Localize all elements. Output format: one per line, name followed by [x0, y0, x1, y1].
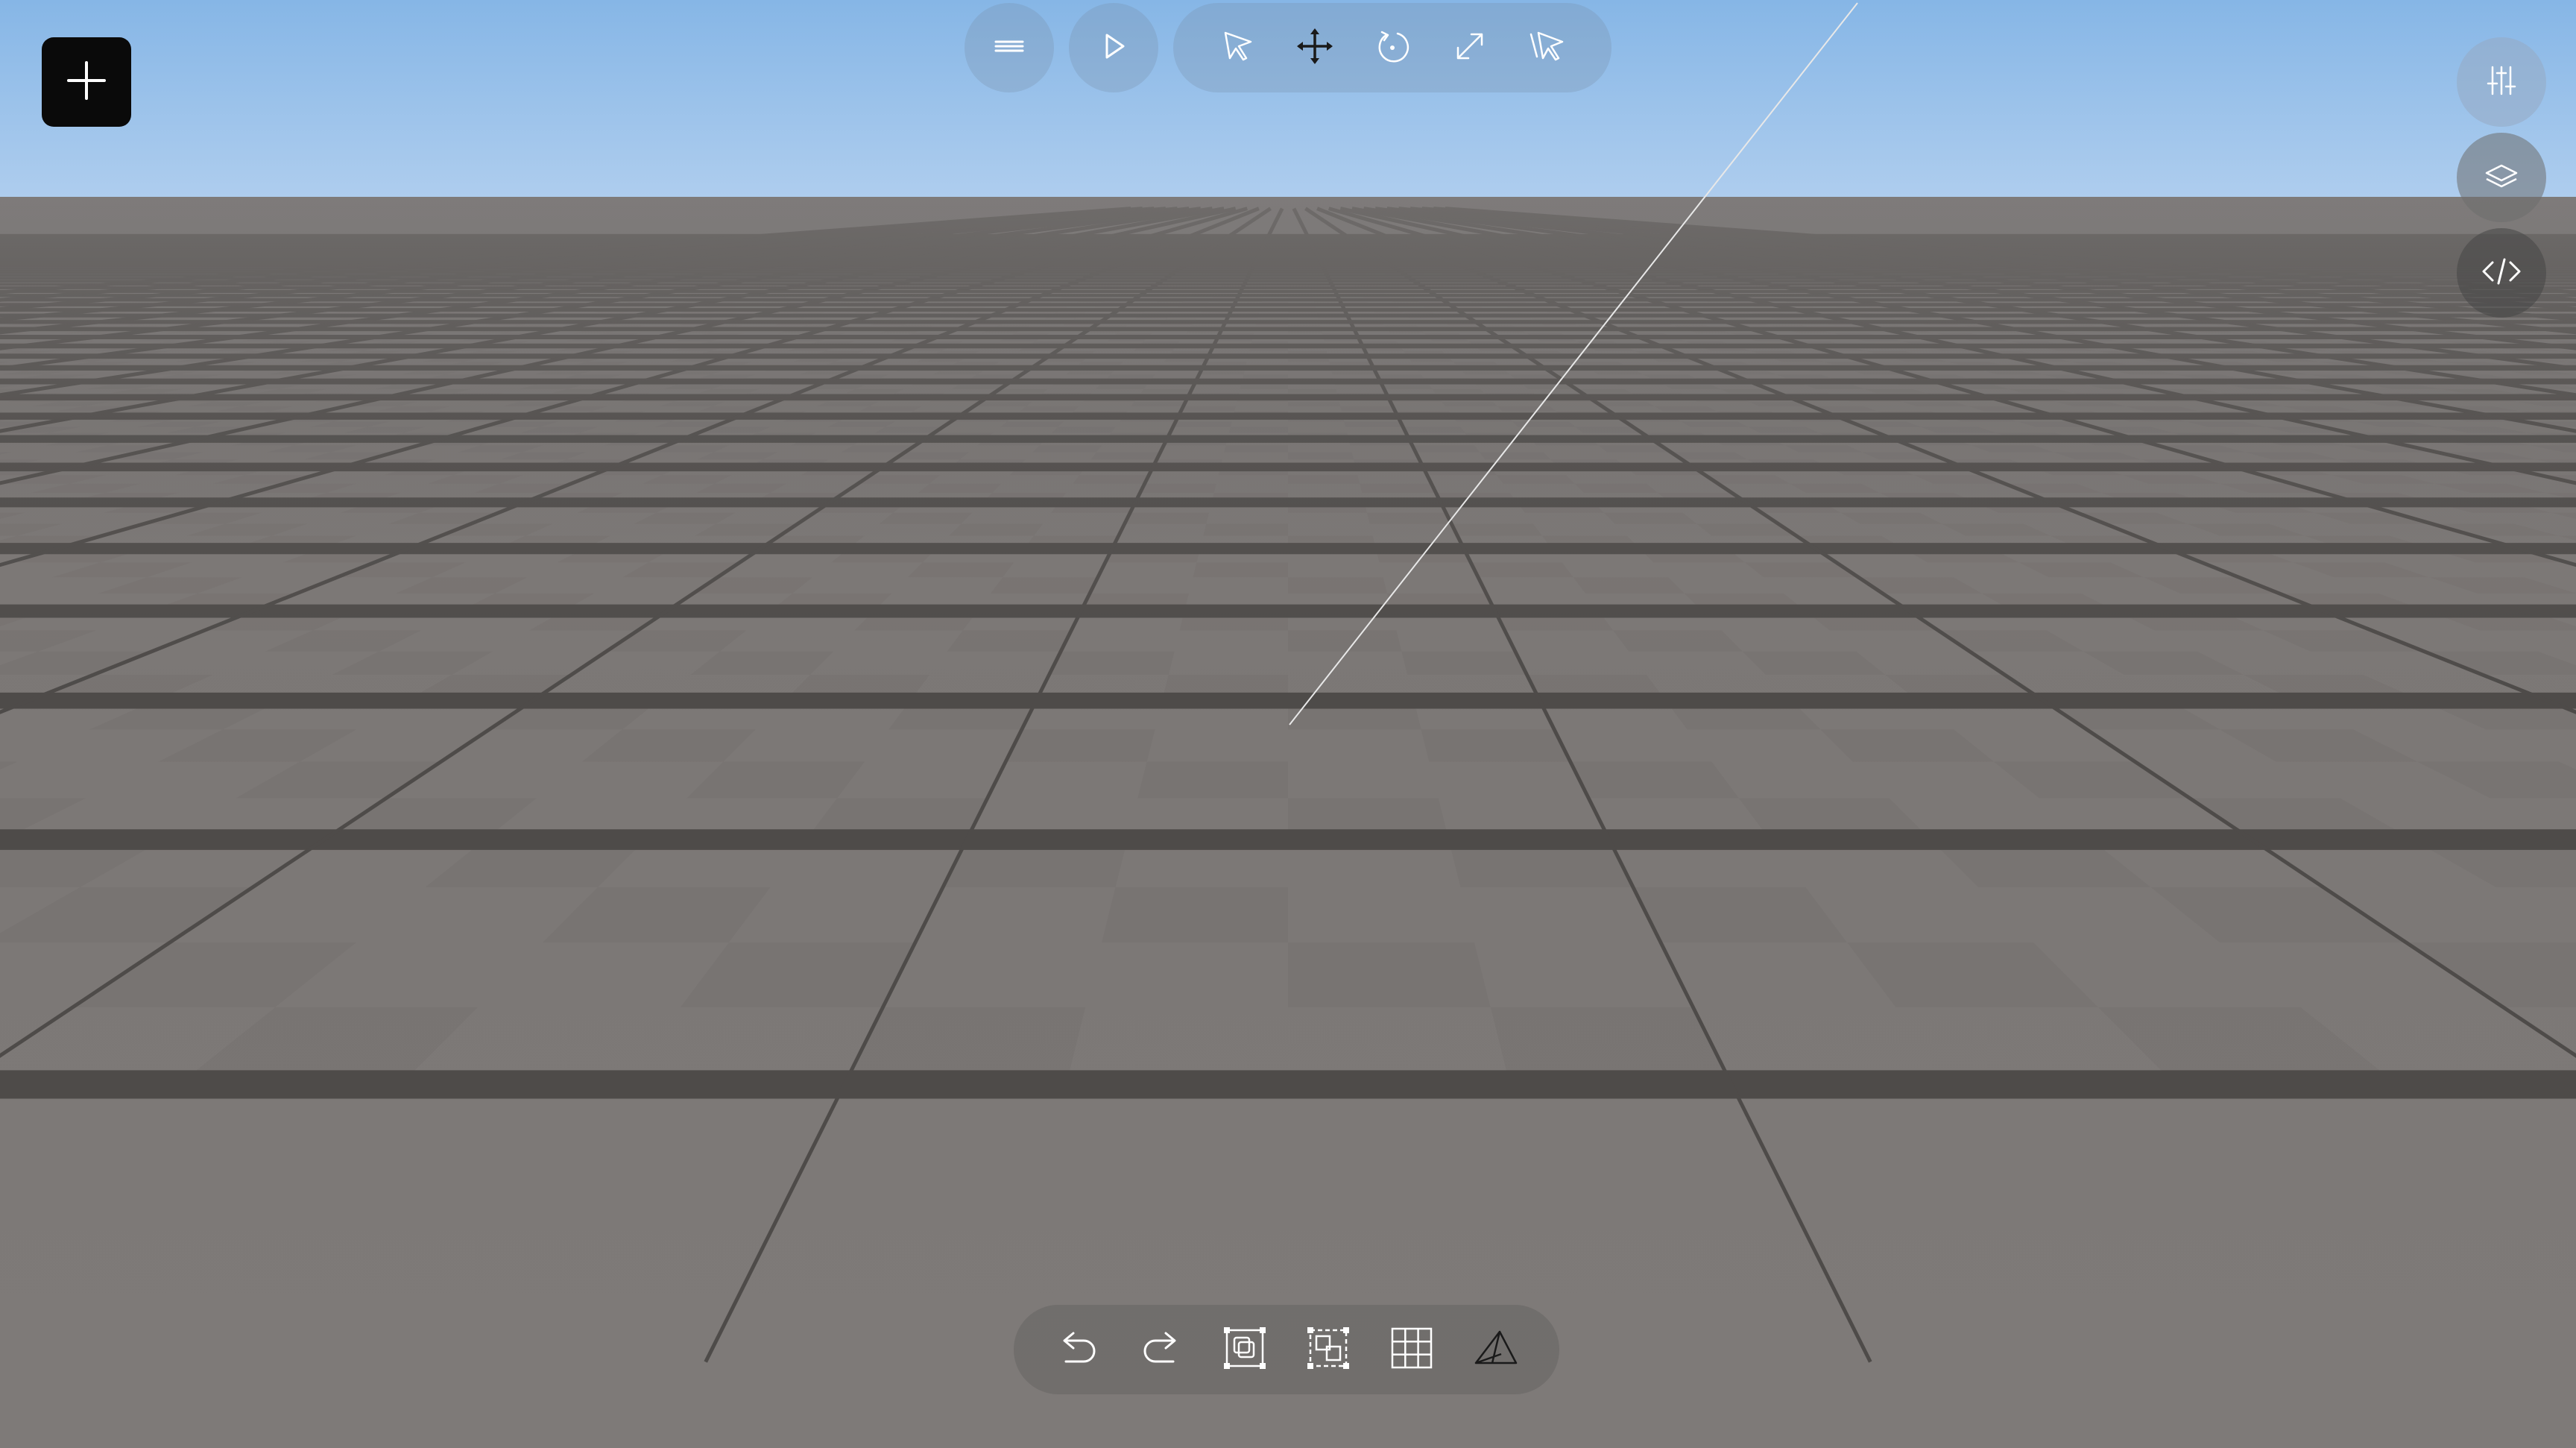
scene-canvas[interactable]: [0, 0, 2576, 1448]
3d-viewport[interactable]: [0, 0, 2576, 1448]
